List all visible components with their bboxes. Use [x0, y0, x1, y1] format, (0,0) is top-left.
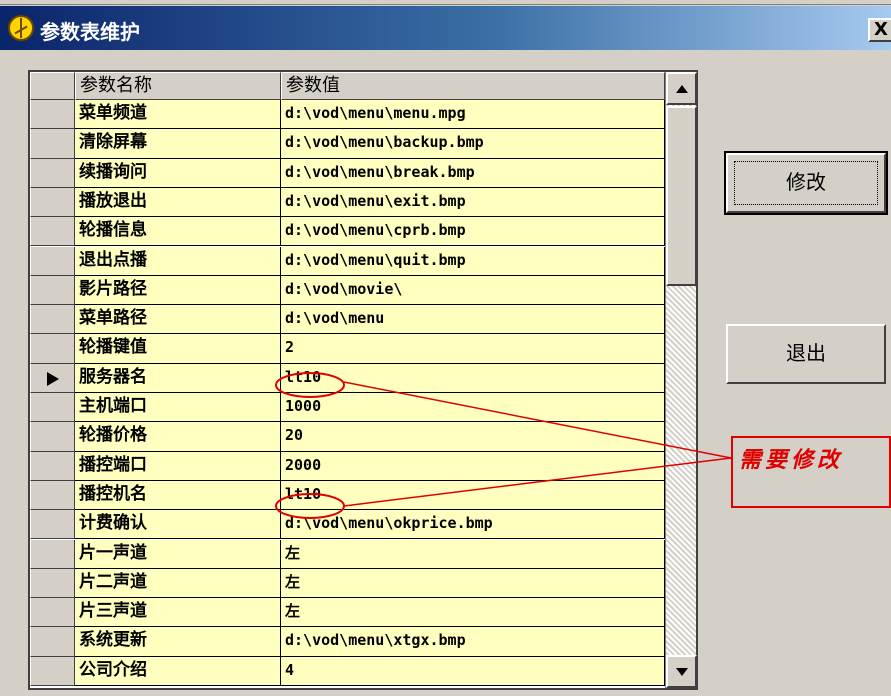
row-selector[interactable]	[30, 363, 75, 393]
param-value-cell[interactable]: d:\vod\menu\backup.bmp	[281, 129, 665, 159]
row-selector[interactable]	[30, 510, 75, 540]
param-name-cell[interactable]: 片一声道	[75, 539, 281, 569]
row-selector[interactable]	[30, 305, 75, 335]
param-value-cell[interactable]: d:\vod\menu\okprice.bmp	[281, 510, 665, 540]
param-name-cell[interactable]: 清除屏幕	[75, 129, 281, 159]
param-name-cell[interactable]: 轮播信息	[75, 217, 281, 247]
param-name-cell[interactable]: 片二声道	[75, 568, 281, 599]
param-name-cell[interactable]: 菜单路径	[75, 305, 281, 335]
param-name-cell[interactable]: 服务器名	[75, 363, 281, 393]
param-value-cell[interactable]: d:\vod\menu\xtgx.bmp	[281, 627, 665, 657]
param-value-cell[interactable]: 2	[281, 334, 665, 364]
param-value-cell[interactable]: d:\vod\menu\exit.bmp	[281, 187, 665, 218]
row-selector[interactable]	[30, 275, 75, 306]
param-name-cell[interactable]: 公司介绍	[75, 656, 281, 686]
row-selector[interactable]	[30, 568, 75, 599]
annotation-box: 需要修改	[731, 436, 891, 508]
focus-rect	[734, 161, 878, 205]
param-name-cell[interactable]: 轮播价格	[75, 422, 281, 452]
param-name-cell[interactable]: 菜单频道	[75, 100, 281, 130]
param-value-cell[interactable]: d:\vod\menu\menu.mpg	[281, 100, 665, 130]
param-value-cell[interactable]: 1000	[281, 393, 665, 423]
param-value-cell[interactable]: lt10	[281, 480, 665, 511]
param-value-cell[interactable]: d:\vod\menu	[281, 305, 665, 335]
row-selector[interactable]	[30, 246, 75, 276]
param-name-cell[interactable]: 系统更新	[75, 627, 281, 657]
row-selector[interactable]	[30, 627, 75, 657]
row-selector[interactable]	[30, 187, 75, 218]
param-name-cell[interactable]: 轮播键值	[75, 334, 281, 364]
modify-button[interactable]: 修改	[724, 151, 888, 215]
row-selector[interactable]	[30, 334, 75, 364]
window-title: 参数表维护	[40, 20, 140, 44]
annotation-text: 需要修改	[739, 447, 844, 473]
exit-button[interactable]: 退出	[726, 324, 886, 384]
param-name-cell[interactable]: 播控端口	[75, 451, 281, 481]
row-selector[interactable]	[30, 217, 75, 247]
row-selector[interactable]	[30, 656, 75, 686]
param-name-cell[interactable]: 片三声道	[75, 598, 281, 628]
row-selector[interactable]	[30, 480, 75, 511]
row-selector[interactable]	[30, 539, 75, 569]
scroll-thumb[interactable]	[666, 106, 697, 286]
param-name-cell[interactable]: 退出点播	[75, 246, 281, 276]
vertical-scrollbar[interactable]	[665, 72, 697, 688]
close-button[interactable]: X	[868, 18, 891, 42]
param-value-cell[interactable]: d:\vod\menu\break.bmp	[281, 158, 665, 188]
param-name-cell[interactable]: 计费确认	[75, 510, 281, 540]
parameter-grid[interactable]: 参数名称 参数值 菜单频道 d:\vod\menu\menu.mpg 清除屏幕 d:\…	[28, 70, 698, 690]
peace-sign-icon	[8, 15, 34, 41]
param-value-cell[interactable]: 20	[281, 422, 665, 452]
param-value-cell[interactable]: d:\vod\movie\	[281, 275, 665, 306]
row-selector[interactable]	[30, 393, 75, 423]
param-name-cell[interactable]: 续播询问	[75, 158, 281, 188]
row-selector[interactable]	[30, 451, 75, 481]
param-name-cell[interactable]: 播放退出	[75, 187, 281, 218]
param-value-cell[interactable]: 4	[281, 656, 665, 686]
param-value-cell[interactable]: 左	[281, 568, 665, 599]
row-selector[interactable]	[30, 129, 75, 159]
row-selector[interactable]	[30, 598, 75, 628]
scroll-up-button[interactable]	[666, 72, 697, 105]
param-name-cell[interactable]: 主机端口	[75, 393, 281, 423]
param-name-cell[interactable]: 影片路径	[75, 275, 281, 306]
param-value-cell[interactable]: d:\vod\menu\quit.bmp	[281, 246, 665, 276]
row-pointer-icon	[47, 371, 59, 386]
param-value-cell[interactable]: lt10	[281, 363, 665, 393]
param-value-cell[interactable]: d:\vod\menu\cprb.bmp	[281, 217, 665, 247]
exit-button-label: 退出	[786, 341, 826, 365]
scroll-down-button[interactable]	[666, 655, 697, 688]
title-bar[interactable]: 参数表维护 X	[0, 6, 891, 50]
row-selector[interactable]	[30, 422, 75, 452]
arrow-down-icon	[676, 668, 688, 676]
grid-corner	[30, 72, 75, 100]
param-name-cell[interactable]: 播控机名	[75, 480, 281, 511]
top-edge	[0, 0, 891, 5]
row-selector[interactable]	[30, 158, 75, 188]
column-header-value[interactable]: 参数值	[281, 72, 665, 100]
param-value-cell[interactable]: 左	[281, 539, 665, 569]
param-value-cell[interactable]: 2000	[281, 451, 665, 481]
param-value-cell[interactable]: 左	[281, 598, 665, 628]
column-header-name[interactable]: 参数名称	[75, 72, 281, 100]
arrow-up-icon	[676, 85, 688, 93]
row-selector[interactable]	[30, 100, 75, 130]
